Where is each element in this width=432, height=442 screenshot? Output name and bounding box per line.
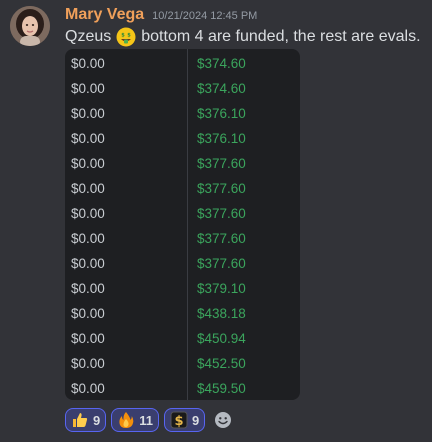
starting-balance-cell: $0.00 bbox=[71, 56, 105, 71]
reaction-fire[interactable]: 11 bbox=[111, 408, 159, 432]
profit-cell: $379.10 bbox=[197, 281, 246, 296]
heavy-dollar-sign-icon: $ bbox=[170, 411, 188, 429]
table-row: $0.00 $374.60 bbox=[65, 51, 300, 76]
reactions-bar: 9 11 $ 9 bbox=[65, 407, 234, 433]
mention-text: Qzeus bbox=[65, 28, 112, 45]
table-row: $0.00 $376.10 bbox=[65, 101, 300, 126]
profit-cell: $377.60 bbox=[197, 156, 246, 171]
starting-balance-cell: $0.00 bbox=[71, 306, 105, 321]
svg-text:$: $ bbox=[174, 414, 183, 429]
table-row: $0.00 $374.60 bbox=[65, 76, 300, 101]
money-mouth-face-icon: $ $ bbox=[115, 26, 137, 48]
profit-cell: $377.60 bbox=[197, 206, 246, 221]
message-header: Mary Vega 10/21/2024 12:45 PM bbox=[65, 6, 257, 26]
table-row: $0.00 $376.10 bbox=[65, 126, 300, 151]
starting-balance-cell: $0.00 bbox=[71, 281, 105, 296]
starting-balance-cell: $0.00 bbox=[71, 81, 105, 96]
starting-balance-cell: $0.00 bbox=[71, 231, 105, 246]
starting-balance-cell: $0.00 bbox=[71, 206, 105, 221]
username[interactable]: Mary Vega bbox=[65, 6, 144, 24]
profit-cell: $459.50 bbox=[197, 381, 246, 396]
add-reaction-icon[interactable] bbox=[212, 409, 234, 431]
table-row: $0.00 $450.94 bbox=[65, 326, 300, 351]
thumbs-up-icon bbox=[71, 411, 89, 429]
profit-cell: $377.60 bbox=[197, 256, 246, 271]
table-row: $0.00 $377.60 bbox=[65, 201, 300, 226]
reaction-count: 9 bbox=[191, 412, 200, 428]
reaction-dollar[interactable]: $ 9 bbox=[163, 408, 206, 432]
svg-text:$: $ bbox=[122, 33, 126, 39]
starting-balance-cell: $0.00 bbox=[71, 106, 105, 121]
profit-cell: $438.18 bbox=[197, 306, 246, 321]
avatar[interactable] bbox=[10, 6, 50, 46]
reaction-thumbs-up[interactable]: 9 bbox=[65, 408, 107, 432]
starting-balance-cell: $0.00 bbox=[71, 156, 105, 171]
table-row: $0.00 $438.18 bbox=[65, 301, 300, 326]
table-row: $0.00 $459.50 bbox=[65, 376, 300, 400]
table-row: $0.00 $377.60 bbox=[65, 251, 300, 276]
starting-balance-cell: $0.00 bbox=[71, 381, 105, 396]
pnl-table: $0.00 $374.60 $0.00 $374.60 $0.00 $376.10 $0.0… bbox=[65, 49, 300, 400]
profit-cell: $377.60 bbox=[197, 231, 246, 246]
profit-cell: $374.60 bbox=[197, 56, 246, 71]
timestamp[interactable]: 10/21/2024 12:45 PM bbox=[152, 10, 257, 22]
profit-cell: $450.94 bbox=[197, 331, 246, 346]
starting-balance-cell: $0.00 bbox=[71, 131, 105, 146]
fire-icon bbox=[117, 411, 135, 429]
table-row: $0.00 $452.50 bbox=[65, 351, 300, 376]
profit-cell: $376.10 bbox=[197, 106, 246, 121]
starting-balance-cell: $0.00 bbox=[71, 181, 105, 196]
table-row: $0.00 $377.60 bbox=[65, 151, 300, 176]
starting-balance-cell: $0.00 bbox=[71, 356, 105, 371]
profit-cell: $376.10 bbox=[197, 131, 246, 146]
table-row: $0.00 $377.60 bbox=[65, 226, 300, 251]
svg-text:$: $ bbox=[128, 33, 132, 39]
reaction-count: 11 bbox=[139, 412, 153, 428]
profit-cell: $377.60 bbox=[197, 181, 246, 196]
message-content: Qzeus $ $ bottom 4 are funded, the rest … bbox=[65, 26, 421, 48]
starting-balance-cell: $0.00 bbox=[71, 256, 105, 271]
message-text: bottom 4 are funded, the rest are evals. bbox=[141, 28, 421, 45]
profit-cell: $374.60 bbox=[197, 81, 246, 96]
starting-balance-cell: $0.00 bbox=[71, 331, 105, 346]
avatar-photo bbox=[10, 6, 50, 46]
chat-message: Mary Vega 10/21/2024 12:45 PM Qzeus $ $ … bbox=[0, 0, 432, 442]
profit-cell: $452.50 bbox=[197, 356, 246, 371]
table-row: $0.00 $379.10 bbox=[65, 276, 300, 301]
table-row: $0.00 $377.60 bbox=[65, 176, 300, 201]
reaction-count: 9 bbox=[93, 412, 101, 428]
